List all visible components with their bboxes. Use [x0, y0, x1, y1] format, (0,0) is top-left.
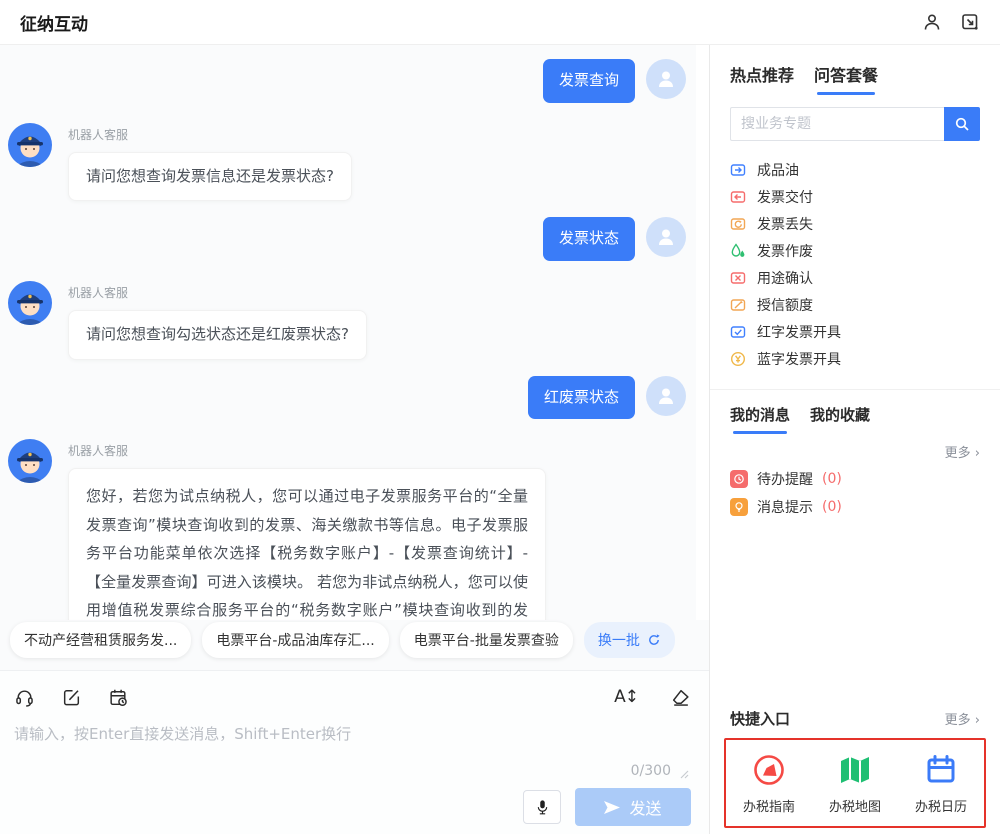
user-message-row: 红废票状态: [8, 376, 686, 420]
tax-map-entry[interactable]: 办税地图: [829, 753, 881, 815]
calendar-icon: [924, 753, 958, 787]
microphone-icon: [535, 799, 550, 816]
send-icon: [604, 801, 620, 814]
calendar-clock-icon[interactable]: [108, 687, 129, 708]
topic-item[interactable]: 发票丢失: [730, 210, 980, 237]
quick-entry-more-link[interactable]: 更多 ›: [945, 709, 980, 728]
tax-guide-entry[interactable]: 办税指南: [743, 753, 795, 815]
tab-my-messages[interactable]: 我的消息: [730, 404, 790, 434]
send-button[interactable]: 发送: [575, 788, 691, 826]
ticket-arrow-right-icon: [730, 162, 746, 178]
bot-name: 机器人客服: [68, 126, 352, 143]
message-tabs: 我的消息 我的收藏: [730, 390, 980, 434]
suggestion-chip[interactable]: 电票平台-成品油库存汇...: [202, 622, 388, 658]
user-bubble: 红废票状态: [528, 376, 635, 420]
page-title: 征纳互动: [20, 10, 88, 35]
suggestion-chips: 不动产经营租赁服务发... 电票平台-成品油库存汇... 电票平台-批量发票查验…: [0, 620, 709, 670]
messages-more-link[interactable]: 更多 ›: [730, 442, 980, 461]
tab-qa-package[interactable]: 问答套餐: [814, 62, 878, 95]
bot-name: 机器人客服: [68, 284, 367, 301]
chat-panel: 发票查询: [0, 45, 710, 834]
map-icon: [838, 753, 872, 787]
bot-avatar: [8, 439, 52, 483]
quick-entry-title: 快捷入口: [730, 708, 790, 729]
user-avatar: [646, 59, 686, 99]
topic-item[interactable]: 红字发票开具: [730, 318, 980, 345]
user-bubble: 发票状态: [543, 217, 635, 261]
message-list[interactable]: 发票查询: [0, 45, 709, 620]
bot-bubble: 请问您想查询发票信息还是发票状态?: [68, 152, 352, 202]
user-bubble: 发票查询: [543, 59, 635, 103]
bulb-icon: [730, 498, 748, 516]
bot-name: 机器人客服: [68, 442, 546, 459]
search-icon: [954, 116, 970, 132]
topic-search-input[interactable]: [730, 107, 944, 141]
topic-item[interactable]: 发票作废: [730, 237, 980, 264]
bot-answer-text: 您好，若您为试点纳税人，您可以通过电子发票服务平台的“全量发票查询”模块查询收到…: [86, 487, 528, 620]
user-message-row: 发票状态: [8, 217, 686, 261]
bot-avatar: [8, 123, 52, 167]
topic-list: 成品油 发票交付 发票丢失 发票作废: [730, 156, 980, 372]
coin-yuan-icon: [730, 351, 746, 367]
droplets-icon: [730, 243, 746, 259]
tab-hot-recommend[interactable]: 热点推荐: [730, 62, 794, 95]
user-message-row: 发票查询: [8, 59, 686, 103]
suggestion-chip[interactable]: 电票平台-批量发票查验: [400, 622, 573, 658]
suggestion-chip[interactable]: 不动产经营租赁服务发...: [10, 622, 191, 658]
chat-input-area: A↕ 0/300: [0, 670, 709, 834]
alert-count: (0): [822, 499, 842, 515]
todo-reminder-item[interactable]: 待办提醒 (0): [730, 469, 980, 489]
topic-item[interactable]: 蓝字发票开具: [730, 345, 980, 372]
ticket-x-icon: [730, 270, 746, 286]
edit-icon[interactable]: [61, 687, 82, 708]
refresh-icon: [647, 633, 661, 647]
clock-icon: [730, 470, 748, 488]
bot-bubble: 请问您想查询勾选状态还是红废票状态?: [68, 310, 367, 360]
compass-icon: [752, 753, 786, 787]
app-header: 征纳互动: [0, 0, 1000, 45]
bot-message-row: 机器人客服 请问您想查询勾选状态还是红废票状态?: [8, 279, 686, 360]
bot-message-row: 机器人客服 您好，若您为试点纳税人，您可以通过电子发票服务平台的“全量发票查询”…: [8, 437, 686, 620]
bot-bubble-long: 您好，若您为试点纳税人，您可以通过电子发票服务平台的“全量发票查询”模块查询收到…: [68, 468, 546, 620]
topic-item[interactable]: 用途确认: [730, 264, 980, 291]
user-icon[interactable]: [922, 12, 942, 32]
bot-avatar: [8, 281, 52, 325]
sidebar-tabs: 热点推荐 问答套餐: [730, 45, 980, 95]
tab-my-favorites[interactable]: 我的收藏: [810, 404, 870, 434]
user-avatar: [646, 376, 686, 416]
todo-count: (0): [822, 471, 842, 487]
bot-message-row: 机器人客服 请问您想查询发票信息还是发票状态?: [8, 121, 686, 202]
ticket-arrow-left-icon: [730, 189, 746, 205]
message-input[interactable]: [14, 725, 691, 743]
headset-icon[interactable]: [14, 687, 35, 708]
eraser-icon[interactable]: [670, 687, 691, 708]
quick-entry-section: 快捷入口 更多 › 办税指南 办税地图: [724, 708, 986, 828]
microphone-button[interactable]: [523, 790, 561, 824]
user-avatar: [646, 217, 686, 257]
ticket-refresh-icon: [730, 216, 746, 232]
sidebar: 热点推荐 问答套餐 成品油 发票交付: [710, 45, 1000, 834]
font-size-icon[interactable]: A↕: [614, 687, 638, 707]
topic-item[interactable]: 发票交付: [730, 183, 980, 210]
quick-entry-highlight-box: 办税指南 办税地图 办税日历: [724, 738, 986, 828]
char-counter: 0/300: [631, 763, 671, 779]
resize-handle[interactable]: [679, 769, 689, 779]
window-minimize-icon[interactable]: [960, 12, 980, 32]
ticket-check-icon: [730, 324, 746, 340]
tax-calendar-entry[interactable]: 办税日历: [915, 753, 967, 815]
topic-item[interactable]: 授信额度: [730, 291, 980, 318]
ticket-pencil-icon: [730, 297, 746, 313]
topic-item[interactable]: 成品油: [730, 156, 980, 183]
refresh-suggestions-button[interactable]: 换一批: [584, 622, 675, 658]
search-button[interactable]: [944, 107, 980, 141]
message-alert-item[interactable]: 消息提示 (0): [730, 497, 980, 517]
